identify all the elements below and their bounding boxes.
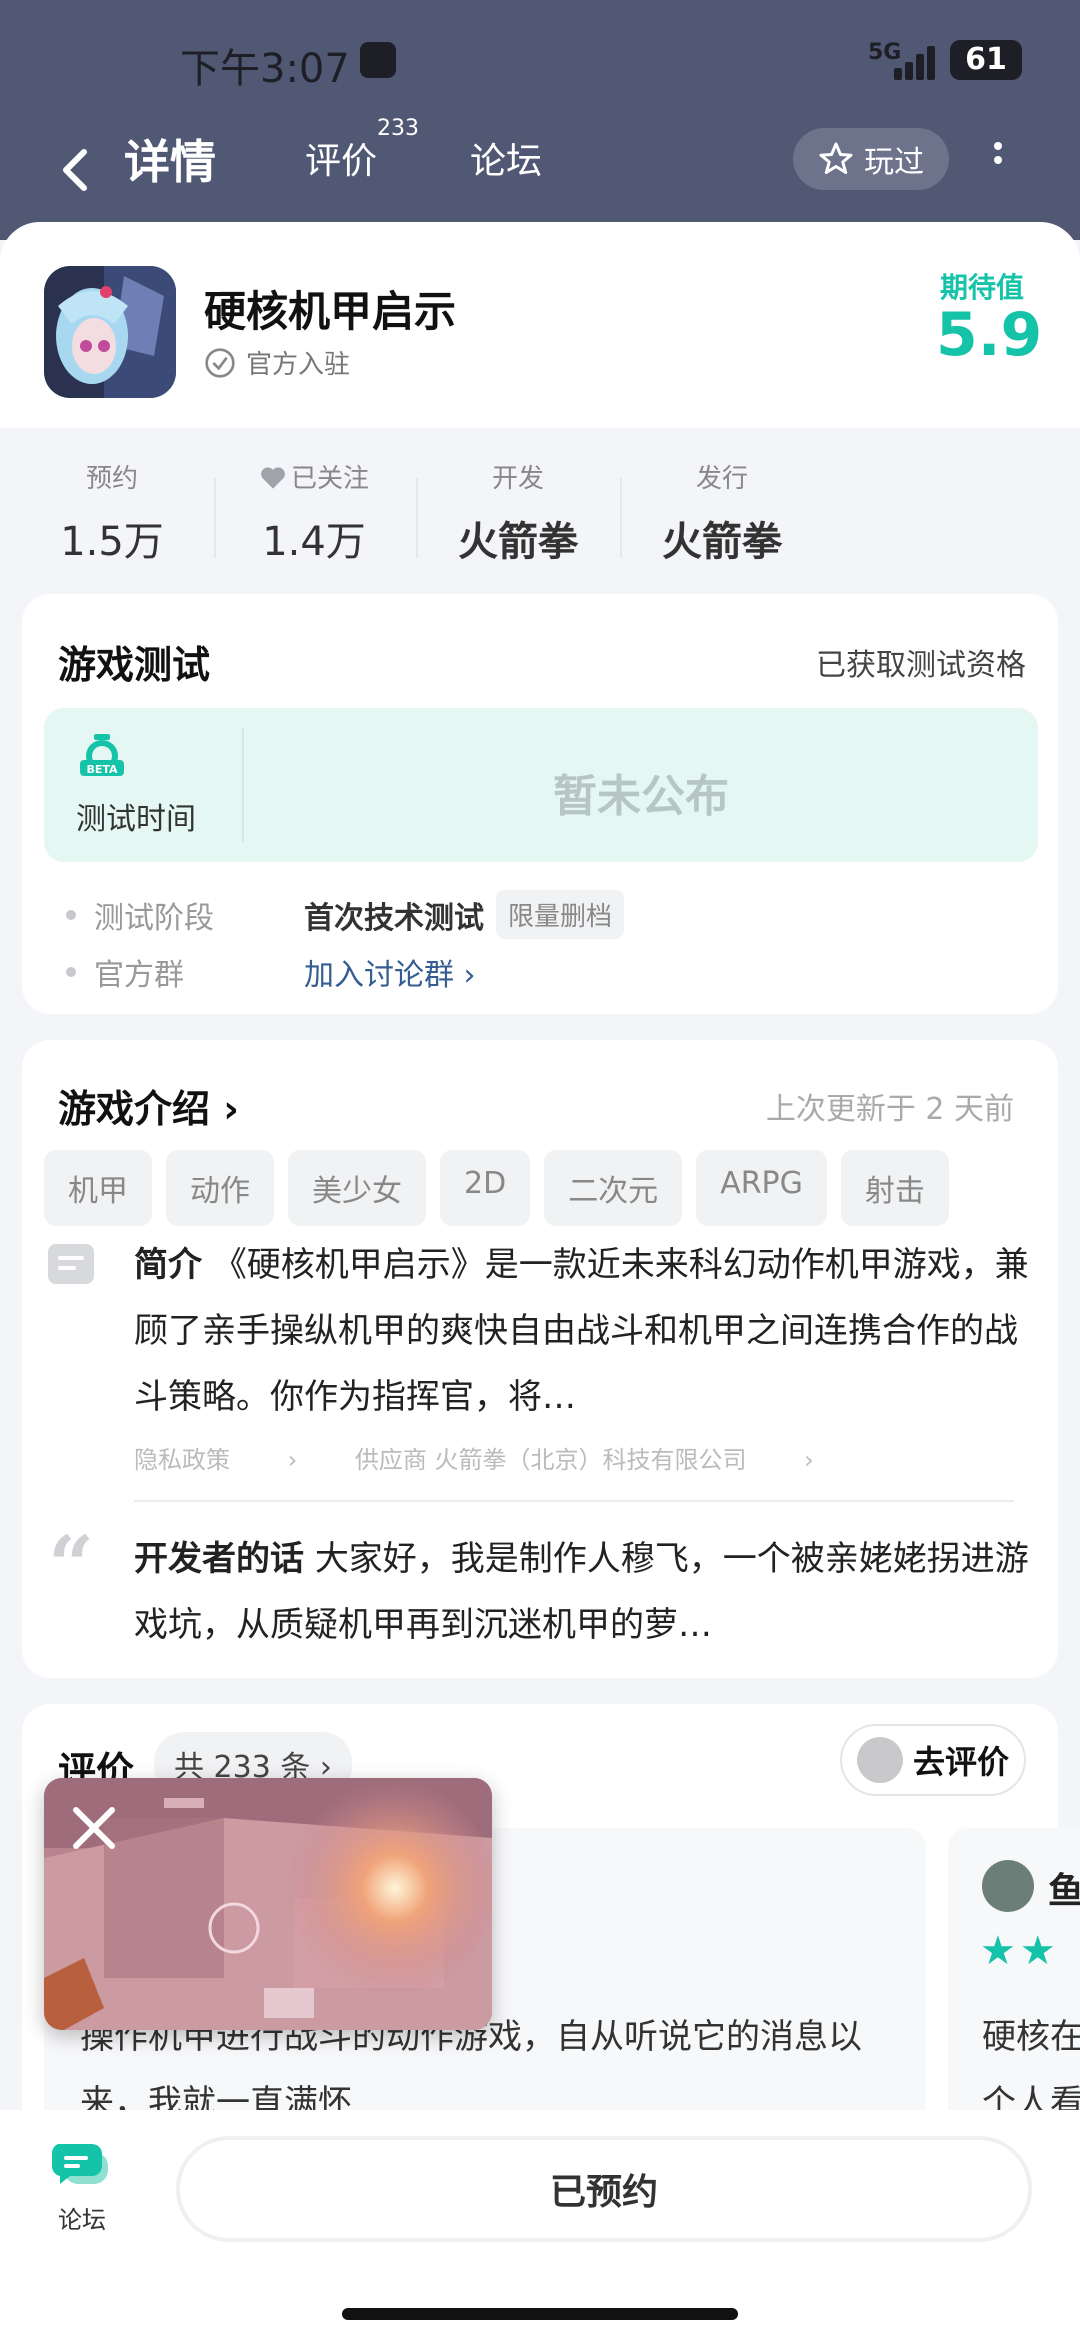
stat-value: 火箭拳 [662, 519, 782, 565]
tag-list: 机甲 动作 美少女 2D 二次元 ARPG 射击 [44, 1150, 949, 1226]
write-review-label: 去评价 [912, 1743, 1009, 1781]
played-label: 玩过 [864, 145, 924, 180]
document-icon [48, 1244, 94, 1284]
brief-meta: 隐私政策 › 供应商 火箭拳（北京）科技有限公司 › [134, 1440, 864, 1475]
official-badge: 官方入驻 [204, 344, 350, 381]
check-circle-icon [205, 347, 235, 378]
stats-row: 预约 1.5万 已关注 1.4万 开发 火箭拳 发行 火箭拳 [0, 428, 1080, 598]
intro-title[interactable]: 游戏介绍 › [58, 1078, 239, 1133]
stat-value: 1.5万 [60, 519, 164, 565]
status-bar: 下午3:07 5G 61 [0, 0, 1080, 120]
stat-value: 火箭拳 [458, 519, 578, 565]
intro-updated: 上次更新于 2 天前 [765, 1092, 1014, 1127]
test-stage-value: 首次技术测试 [304, 900, 484, 936]
tab-detail[interactable]: 详情 [124, 126, 216, 192]
played-button[interactable]: 玩过 [793, 128, 949, 190]
game-header: 硬核机甲启示 官方入驻 期待值 5.9 [0, 222, 1080, 428]
signal-icon [890, 44, 935, 80]
stat-label: 开发 [491, 464, 544, 494]
tag-item[interactable]: 动作 [166, 1150, 274, 1226]
stat-label: 预约 [85, 464, 138, 494]
anticipation-value: 5.9 [936, 300, 1043, 370]
reviewer-name: 鱼 [1048, 1871, 1080, 1912]
brief-description[interactable]: 简介 《硬核机甲启示》是一款近未来科幻动作机甲游戏，兼顾了亲手操纵机甲的爽快自由… [134, 1232, 1034, 1430]
heart-icon [261, 466, 285, 489]
join-group-link[interactable]: 加入讨论群 › [304, 950, 476, 994]
game-test-card: 游戏测试 已获取测试资格 BETA 测试时间 暂未公布 测试阶段 首次技术测试 … [22, 594, 1058, 1014]
test-time-value: 暂未公布 [553, 771, 729, 822]
top-nav: 详情 评价 233 论坛 玩过 [0, 116, 1080, 220]
close-icon[interactable] [66, 1800, 122, 1856]
test-status: 已获取测试资格 [816, 648, 1026, 683]
tab-review[interactable]: 评价 233 [305, 116, 419, 184]
official-group-row: 官方群 加入讨论群 › [66, 950, 476, 994]
more-icon[interactable] [990, 136, 1006, 186]
game-icon[interactable] [44, 266, 176, 398]
notification-icon [360, 42, 396, 78]
svg-text:BETA: BETA [86, 763, 118, 776]
write-review-button[interactable]: 去评价 [840, 1724, 1026, 1796]
avatar [982, 1860, 1034, 1912]
tag-item[interactable]: 机甲 [44, 1150, 152, 1226]
tag-item[interactable]: ARPG [696, 1150, 827, 1226]
forum-label: 论坛 [58, 2206, 106, 2234]
tag-item[interactable]: 美少女 [288, 1150, 426, 1226]
back-icon[interactable] [50, 140, 100, 200]
quote-icon: “ [48, 1518, 95, 1612]
developer-words[interactable]: 开发者的话 大家好，我是制作人穆飞，一个被亲姥姥拐进游戏坑，从质疑机甲再到沉迷机… [134, 1526, 1034, 1658]
test-title: 游戏测试 [58, 643, 211, 687]
supplier-link[interactable]: 供应商 火箭拳（北京）科技有限公司 › [355, 1446, 814, 1474]
beta-icon: BETA [80, 734, 124, 776]
stat-developer[interactable]: 开发 火箭拳 [418, 458, 618, 567]
test-stage-tag: 限量删档 [496, 890, 625, 939]
stat-reservations: 预约 1.5万 [12, 458, 212, 567]
tag-item[interactable]: 2D [440, 1150, 531, 1226]
battery-icon: 61 [950, 40, 1022, 80]
test-time-label: 测试时间 [76, 802, 196, 837]
stat-publisher[interactable]: 发行 火箭拳 [622, 458, 822, 567]
tab-forum-label: 论坛 [470, 141, 543, 182]
bullet [66, 967, 76, 977]
header: 下午3:07 5G 61 详情 评价 233 论坛 玩过 [0, 0, 1080, 240]
tag-item[interactable]: 射击 [840, 1150, 949, 1226]
divider [134, 1500, 1014, 1502]
forum-button[interactable]: 论坛 [51, 2140, 112, 2235]
official-label: 官方入驻 [246, 350, 351, 380]
star-outline-icon [819, 142, 853, 174]
game-title: 硬核机甲启示 [204, 287, 457, 336]
floating-video-player[interactable] [44, 1778, 492, 2030]
test-time-box: BETA 测试时间 暂未公布 [44, 708, 1038, 862]
reserved-button[interactable]: 已预约 [176, 2136, 1032, 2242]
avatar [856, 1737, 903, 1783]
test-stage-label: 测试阶段 [94, 900, 214, 936]
home-indicator[interactable] [342, 2308, 738, 2320]
game-intro-card: 游戏介绍 › 上次更新于 2 天前 机甲 动作 美少女 2D 二次元 ARPG … [22, 1040, 1058, 1678]
tab-review-count: 233 [377, 116, 419, 141]
tag-item[interactable]: 二次元 [544, 1150, 683, 1226]
tab-forum[interactable]: 论坛 [470, 132, 542, 184]
privacy-link[interactable]: 隐私政策 › [134, 1446, 297, 1474]
tab-detail-label: 详情 [124, 135, 216, 189]
chat-bubble-icon [51, 2144, 108, 2184]
stat-followers[interactable]: 已关注 1.4万 [214, 458, 414, 567]
stat-value: 1.4万 [262, 519, 366, 565]
rating-stars: ★★ [980, 1928, 1060, 1974]
bullet [66, 909, 76, 920]
stat-label: 发行 [695, 464, 748, 494]
status-time: 下午3:07 [180, 46, 350, 92]
official-group-label: 官方群 [94, 958, 184, 993]
tab-review-label: 评价 [305, 141, 378, 182]
bottom-bar: 论坛 已预约 [0, 2110, 1080, 2340]
test-stage-row: 测试阶段 首次技术测试 限量删档 [66, 890, 625, 939]
stat-label: 已关注 [214, 458, 414, 495]
